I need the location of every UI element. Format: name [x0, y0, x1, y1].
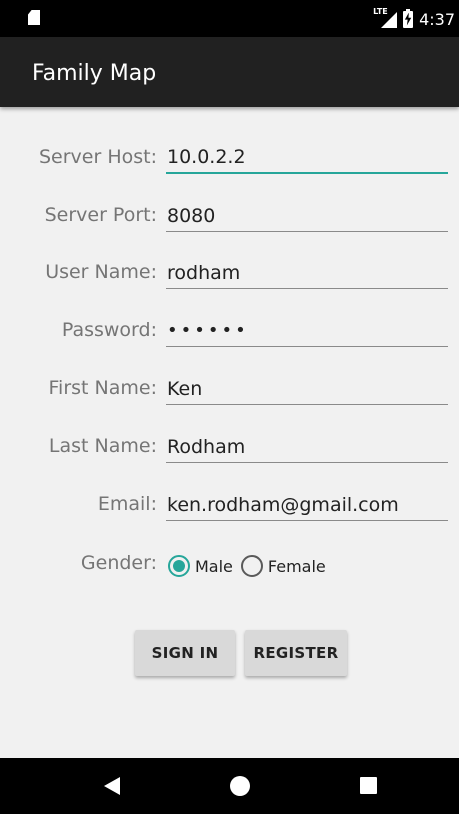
- server-host-label: Server Host:: [38, 146, 157, 168]
- gender-radio-group: Male Female: [168, 554, 334, 578]
- gender-male-label[interactable]: Male: [195, 557, 233, 576]
- status-icons: LTE 4:37: [373, 7, 455, 30]
- register-button[interactable]: REGISTER: [245, 630, 347, 676]
- user-name-input[interactable]: [166, 257, 448, 289]
- last-name-row: Last Name:: [0, 427, 459, 467]
- password-label: Password:: [61, 319, 157, 341]
- user-name-label: User Name:: [45, 261, 157, 283]
- last-name-label: Last Name:: [48, 435, 157, 457]
- clock: 4:37: [419, 9, 455, 29]
- battery-charging-icon: [403, 8, 414, 28]
- sd-card-icon: [28, 10, 40, 25]
- user-name-row: User Name:: [0, 253, 459, 293]
- email-row: Email:: [0, 485, 459, 525]
- app-bar: Family Map: [0, 37, 459, 107]
- password-input[interactable]: [166, 315, 448, 347]
- gender-female-label[interactable]: Female: [268, 557, 326, 576]
- first-name-row: First Name:: [0, 369, 459, 409]
- first-name-label: First Name:: [48, 377, 157, 399]
- status-bar: LTE 4:37: [0, 0, 459, 37]
- navigation-bar: [0, 758, 459, 814]
- lte-signal-icon: LTE: [373, 7, 398, 28]
- gender-label: Gender:: [80, 552, 157, 574]
- email-input[interactable]: [166, 489, 448, 521]
- server-host-row: Server Host:: [0, 138, 459, 178]
- server-host-input[interactable]: [166, 142, 448, 174]
- last-name-input[interactable]: [166, 431, 448, 463]
- server-port-row: Server Port:: [0, 196, 459, 236]
- password-row: Password:: [0, 311, 459, 351]
- recents-icon[interactable]: [360, 777, 377, 794]
- app-title: Family Map: [32, 61, 157, 86]
- first-name-input[interactable]: [166, 373, 448, 405]
- gender-male-radio[interactable]: [168, 555, 190, 577]
- server-port-input[interactable]: [166, 200, 448, 232]
- home-icon[interactable]: [230, 776, 250, 796]
- back-icon[interactable]: [104, 777, 120, 795]
- sign-in-button[interactable]: SIGN IN: [135, 630, 235, 676]
- server-port-label: Server Port:: [44, 204, 157, 226]
- email-label: Email:: [97, 493, 157, 515]
- gender-female-radio[interactable]: [240, 555, 263, 577]
